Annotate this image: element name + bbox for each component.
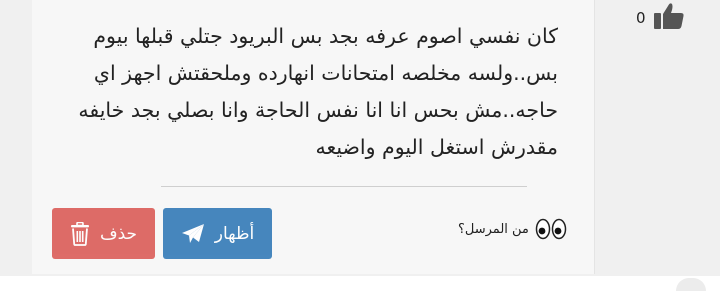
message-card: كان نفسي اصوم عرفه بجد بس البريود جتلي ق… xyxy=(32,0,595,274)
delete-button[interactable]: حذف xyxy=(52,208,155,259)
sender-label: من المرسل؟ xyxy=(458,221,529,237)
paper-plane-icon xyxy=(181,223,205,245)
message-text: كان نفسي اصوم عرفه بجد بس البريود جتلي ق… xyxy=(38,18,558,166)
sender-info[interactable]: من المرسل؟ xyxy=(458,218,567,240)
show-button[interactable]: أظهار xyxy=(163,208,272,259)
like-widget[interactable]: 0 xyxy=(636,2,685,34)
show-label: أظهار xyxy=(214,223,255,244)
message-line: بس..ولسه مخلصه امتحانات انهارده وملحقتش … xyxy=(93,61,558,85)
trash-icon xyxy=(70,221,90,246)
like-count: 0 xyxy=(636,9,646,27)
divider xyxy=(161,186,527,187)
message-line: حاجه..مش بحس انا انا نفس الحاجة وانا بصل… xyxy=(78,98,558,122)
eyes-icon xyxy=(535,218,567,240)
thumbs-up-icon[interactable] xyxy=(653,2,685,34)
delete-label: حذف xyxy=(99,223,138,244)
next-card-edge xyxy=(0,276,720,291)
message-line: كان نفسي اصوم عرفه بجد بس البريود جتلي ق… xyxy=(93,24,558,48)
message-line: مقدرش استغل اليوم واضيعه xyxy=(315,135,558,159)
